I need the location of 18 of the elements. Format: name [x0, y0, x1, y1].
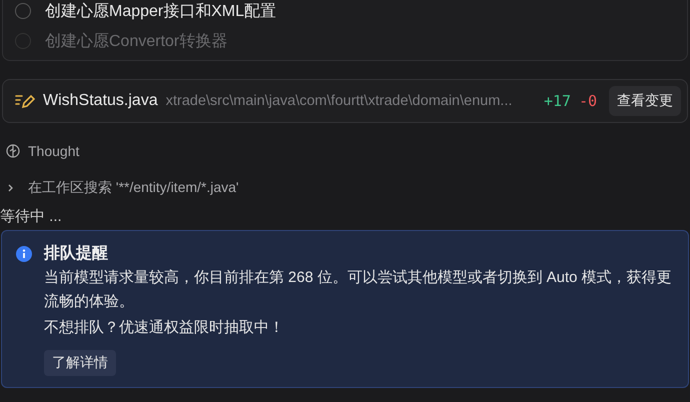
- learn-more-button[interactable]: 了解详情: [44, 350, 116, 376]
- notice-text: 不想排队？优速通权益限时抽取中！: [44, 318, 285, 338]
- thought-label[interactable]: Thought: [28, 143, 80, 159]
- waiting-status: 等待中 ...: [0, 207, 62, 226]
- search-step-label: 在工作区搜索 '**/entity/item/*.java': [28, 179, 239, 197]
- file-path: xtrade\src\main\java\com\fourtt\xtrade\domain\enum...: [166, 93, 514, 109]
- info-icon: [16, 246, 32, 262]
- added-count: +17: [544, 92, 571, 110]
- view-changes-button[interactable]: 查看变更: [609, 86, 681, 116]
- todo-text: 创建心愿Convertor转换器: [45, 32, 228, 52]
- file-name[interactable]: WishStatus.java: [43, 92, 158, 110]
- notice-title: 排队提醒: [44, 244, 109, 264]
- todo-text: 创建心愿Mapper接口和XML配置: [45, 2, 276, 22]
- removed-count: -0: [578, 92, 597, 110]
- radio-circle-icon[interactable]: [15, 3, 31, 19]
- edit-icon: [15, 93, 35, 109]
- notice-text: 当前模型请求量较高，你目前排在第 268 位。可以尝试其他模型或者切换到 Auto 模式，获得更流畅的体验。: [44, 268, 673, 312]
- brain-icon: [6, 144, 20, 158]
